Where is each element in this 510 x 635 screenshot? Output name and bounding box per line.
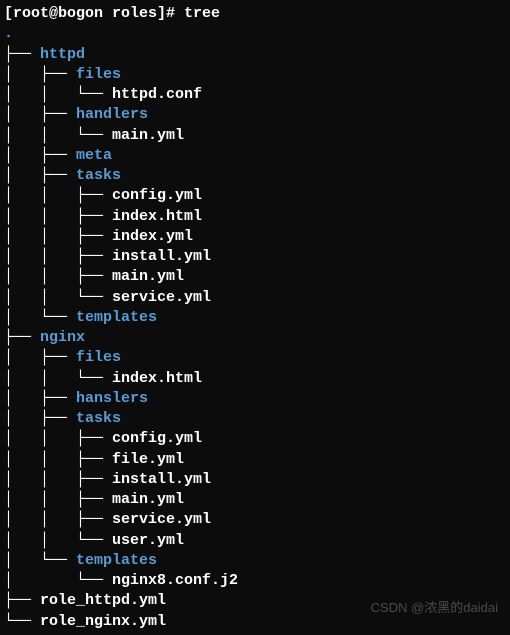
tree-pipe: │ │ ├── (4, 430, 112, 447)
tree-pipe: │ └── (4, 309, 76, 326)
tree-pipe: │ │ ├── (4, 228, 112, 245)
tree-pipe: │ │ ├── (4, 268, 112, 285)
file-name: index.html (112, 370, 202, 387)
tree-pipe: │ ├── (4, 390, 76, 407)
file-name: httpd.conf (112, 86, 202, 103)
tree-pipe: │ │ └── (4, 127, 112, 144)
directory-name: hanslers (76, 390, 148, 407)
file-name: main.yml (112, 127, 184, 144)
command-text: tree (184, 5, 220, 22)
directory-name: tasks (76, 410, 121, 427)
tree-line: │ │ └── user.yml (4, 531, 506, 551)
tree-pipe: └── (4, 613, 40, 630)
directory-name: nginx (40, 329, 85, 346)
file-name: config.yml (112, 430, 202, 447)
file-name: main.yml (112, 491, 184, 508)
tree-pipe: │ │ ├── (4, 187, 112, 204)
tree-line: ├── nginx (4, 328, 506, 348)
tree-pipe: │ ├── (4, 410, 76, 427)
directory-name: files (76, 66, 121, 83)
tree-line: │ ├── meta (4, 146, 506, 166)
tree-pipe: │ ├── (4, 147, 76, 164)
file-name: index.html (112, 208, 202, 225)
file-name: user.yml (112, 532, 184, 549)
file-name: file.yml (112, 451, 184, 468)
tree-line: │ │ ├── main.yml (4, 267, 506, 287)
directory-name: tasks (76, 167, 121, 184)
tree-line: │ │ └── main.yml (4, 126, 506, 146)
tree-pipe: │ │ ├── (4, 208, 112, 225)
tree-pipe: │ ├── (4, 66, 76, 83)
tree-line: │ │ ├── index.html (4, 207, 506, 227)
tree-line: │ ├── tasks (4, 166, 506, 186)
prompt-text: [root@bogon roles]# (4, 5, 184, 22)
file-name: config.yml (112, 187, 202, 204)
tree-root-dot: . (4, 24, 506, 44)
tree-line: │ ├── files (4, 65, 506, 85)
file-name: main.yml (112, 268, 184, 285)
tree-line: │ └── templates (4, 308, 506, 328)
tree-pipe: │ │ └── (4, 532, 112, 549)
tree-line: │ │ ├── config.yml (4, 429, 506, 449)
tree-line: │ │ └── index.html (4, 369, 506, 389)
tree-line: │ │ ├── install.yml (4, 470, 506, 490)
tree-pipe: │ │ └── (4, 289, 112, 306)
tree-pipe: │ │ └── (4, 370, 112, 387)
terminal-prompt[interactable]: [root@bogon roles]# tree (4, 4, 506, 24)
tree-line: │ ├── tasks (4, 409, 506, 429)
tree-line: │ │ ├── install.yml (4, 247, 506, 267)
directory-name: templates (76, 552, 157, 569)
file-name: index.yml (112, 228, 193, 245)
tree-line: │ ├── hanslers (4, 389, 506, 409)
tree-output: ├── httpd│ ├── files│ │ └── httpd.conf│ … (4, 45, 506, 632)
tree-pipe: │ │ └── (4, 86, 112, 103)
tree-pipe: ├── (4, 592, 40, 609)
watermark: CSDN @浓黑的daidai (371, 599, 498, 617)
tree-pipe: │ └── (4, 552, 76, 569)
file-name: service.yml (112, 289, 211, 306)
tree-pipe: ├── (4, 46, 40, 63)
directory-name: httpd (40, 46, 85, 63)
tree-line: │ │ ├── config.yml (4, 186, 506, 206)
file-name: role_nginx.yml (40, 613, 166, 630)
file-name: install.yml (112, 471, 211, 488)
directory-name: templates (76, 309, 157, 326)
tree-pipe: │ │ ├── (4, 511, 112, 528)
tree-pipe: │ ├── (4, 167, 76, 184)
tree-line: │ ├── files (4, 348, 506, 368)
tree-line: │ ├── handlers (4, 105, 506, 125)
tree-pipe: │ ├── (4, 349, 76, 366)
tree-line: │ │ ├── file.yml (4, 450, 506, 470)
tree-line: │ └── nginx8.conf.j2 (4, 571, 506, 591)
directory-name: handlers (76, 106, 148, 123)
tree-line: │ │ ├── index.yml (4, 227, 506, 247)
directory-name: files (76, 349, 121, 366)
tree-pipe: ├── (4, 329, 40, 346)
file-name: role_httpd.yml (40, 592, 166, 609)
file-name: nginx8.conf.j2 (112, 572, 238, 589)
tree-pipe: │ │ ├── (4, 451, 112, 468)
tree-line: │ │ └── service.yml (4, 288, 506, 308)
tree-pipe: │ │ ├── (4, 491, 112, 508)
tree-line: │ │ ├── main.yml (4, 490, 506, 510)
tree-line: ├── httpd (4, 45, 506, 65)
tree-pipe: │ └── (4, 572, 112, 589)
tree-line: │ │ └── httpd.conf (4, 85, 506, 105)
file-name: service.yml (112, 511, 211, 528)
tree-line: │ │ ├── service.yml (4, 510, 506, 530)
directory-name: meta (76, 147, 112, 164)
tree-pipe: │ │ ├── (4, 248, 112, 265)
tree-pipe: │ │ ├── (4, 471, 112, 488)
tree-pipe: │ ├── (4, 106, 76, 123)
file-name: install.yml (112, 248, 211, 265)
tree-line: │ └── templates (4, 551, 506, 571)
